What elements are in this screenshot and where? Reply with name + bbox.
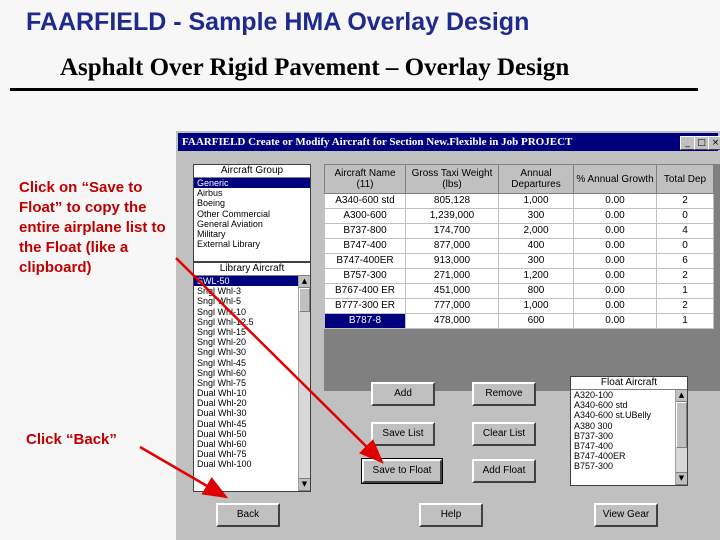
callout-arrows [139,257,384,499]
arrow-to-save-to-float [175,257,384,464]
arrow-to-back [139,445,229,499]
